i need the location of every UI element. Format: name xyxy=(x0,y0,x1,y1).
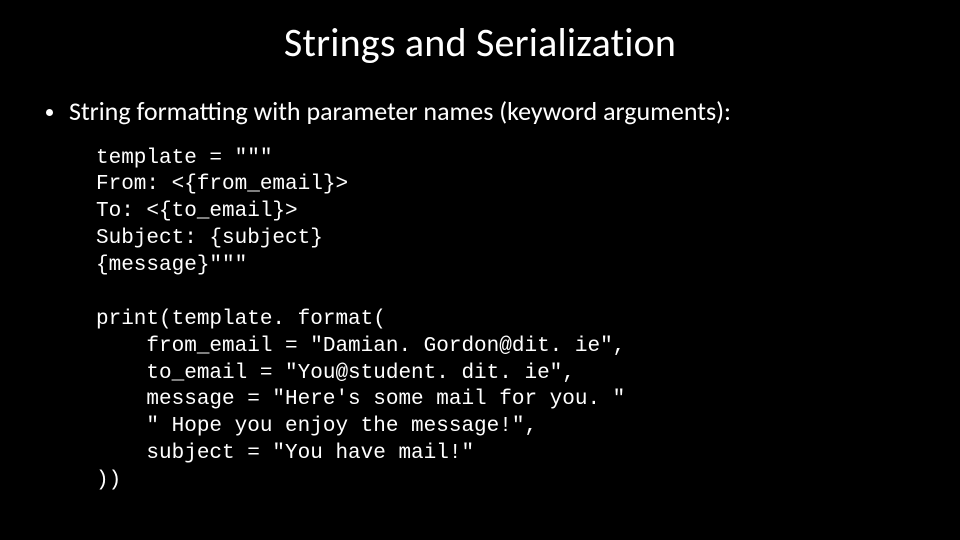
bullet-item: String formatting with parameter names (… xyxy=(40,95,920,128)
bullet-dot-icon xyxy=(46,109,53,116)
bullet-text: String formatting with parameter names (… xyxy=(69,95,731,128)
slide-title: Strings and Serialization xyxy=(40,18,920,67)
code-block: template = """ From: <{from_email}> To: … xyxy=(40,146,920,495)
slide: Strings and Serialization String formatt… xyxy=(0,0,960,540)
